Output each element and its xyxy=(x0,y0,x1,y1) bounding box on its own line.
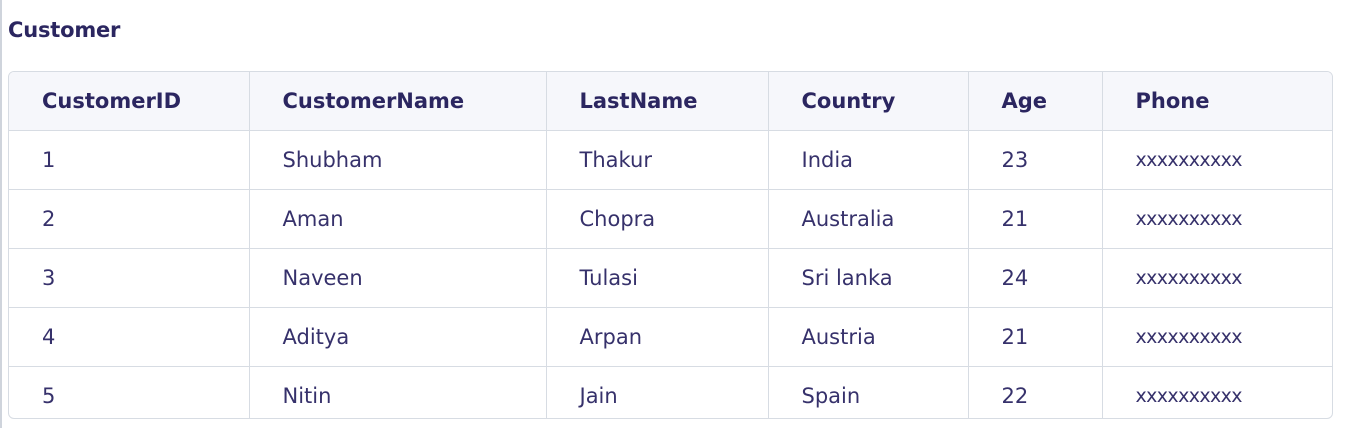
cell-age: 21 xyxy=(968,307,1103,367)
cell-customername: Aman xyxy=(249,189,547,249)
cell-lastname: Thakur xyxy=(546,130,769,190)
cell-lastname: Tulasi xyxy=(546,248,769,308)
table-header-row: CustomerID CustomerName LastName Country… xyxy=(9,72,1332,131)
cell-customerid: 2 xyxy=(9,189,250,249)
column-header-lastname: LastName xyxy=(546,72,769,131)
cell-customerid: 4 xyxy=(9,307,250,367)
table-row: 5 Nitin Jain Spain 22 xxxxxxxxxx xyxy=(9,366,1332,418)
cell-customername: Nitin xyxy=(249,366,547,418)
cell-lastname: Chopra xyxy=(546,189,769,249)
cell-age: 21 xyxy=(968,189,1103,249)
left-border xyxy=(0,0,2,428)
cell-customerid: 1 xyxy=(9,130,250,190)
column-header-age: Age xyxy=(968,72,1103,131)
cell-lastname: Arpan xyxy=(546,307,769,367)
column-header-phone: Phone xyxy=(1102,72,1332,131)
cell-country: Spain xyxy=(768,366,969,418)
cell-phone: xxxxxxxxxx xyxy=(1135,385,1243,407)
table-row: 2 Aman Chopra Australia 21 xxxxxxxxxx xyxy=(9,189,1332,249)
table-row: 1 Shubham Thakur India 23 xxxxxxxxxx xyxy=(9,130,1332,190)
column-header-customerid: CustomerID xyxy=(9,72,250,131)
cell-customername: Naveen xyxy=(249,248,547,308)
cell-country: Sri lanka xyxy=(768,248,969,308)
cell-phone: xxxxxxxxxx xyxy=(1102,130,1332,190)
table-row: 3 Naveen Tulasi Sri lanka 24 xxxxxxxxxx xyxy=(9,248,1332,308)
cell-customerid: 5 xyxy=(9,366,250,418)
customer-table-container: CustomerID CustomerName LastName Country… xyxy=(8,71,1333,419)
column-header-country: Country xyxy=(768,72,969,131)
table-caption: Customer xyxy=(8,18,121,42)
cell-customername: Aditya xyxy=(249,307,547,367)
cell-phone: xxxxxxxxxx xyxy=(1102,248,1332,308)
cell-customerid: 3 xyxy=(9,248,250,308)
column-header-customername: CustomerName xyxy=(249,72,547,131)
cell-age: 24 xyxy=(968,248,1103,308)
cell-lastname: Jain xyxy=(546,366,769,418)
cell-phone: xxxxxxxxxx xyxy=(1102,189,1332,249)
cell-age: 23 xyxy=(968,130,1103,190)
cell-country: India xyxy=(768,130,969,190)
cell-country: Australia xyxy=(768,189,969,249)
cell-age: 22 xyxy=(968,366,1103,418)
table-row: 4 Aditya Arpan Austria 21 xxxxxxxxxx xyxy=(9,307,1332,367)
customer-table: CustomerID CustomerName LastName Country… xyxy=(9,72,1332,418)
cell-customername: Shubham xyxy=(249,130,547,190)
cell-country: Austria xyxy=(768,307,969,367)
cell-phone: xxxxxxxxxx xyxy=(1102,307,1332,367)
